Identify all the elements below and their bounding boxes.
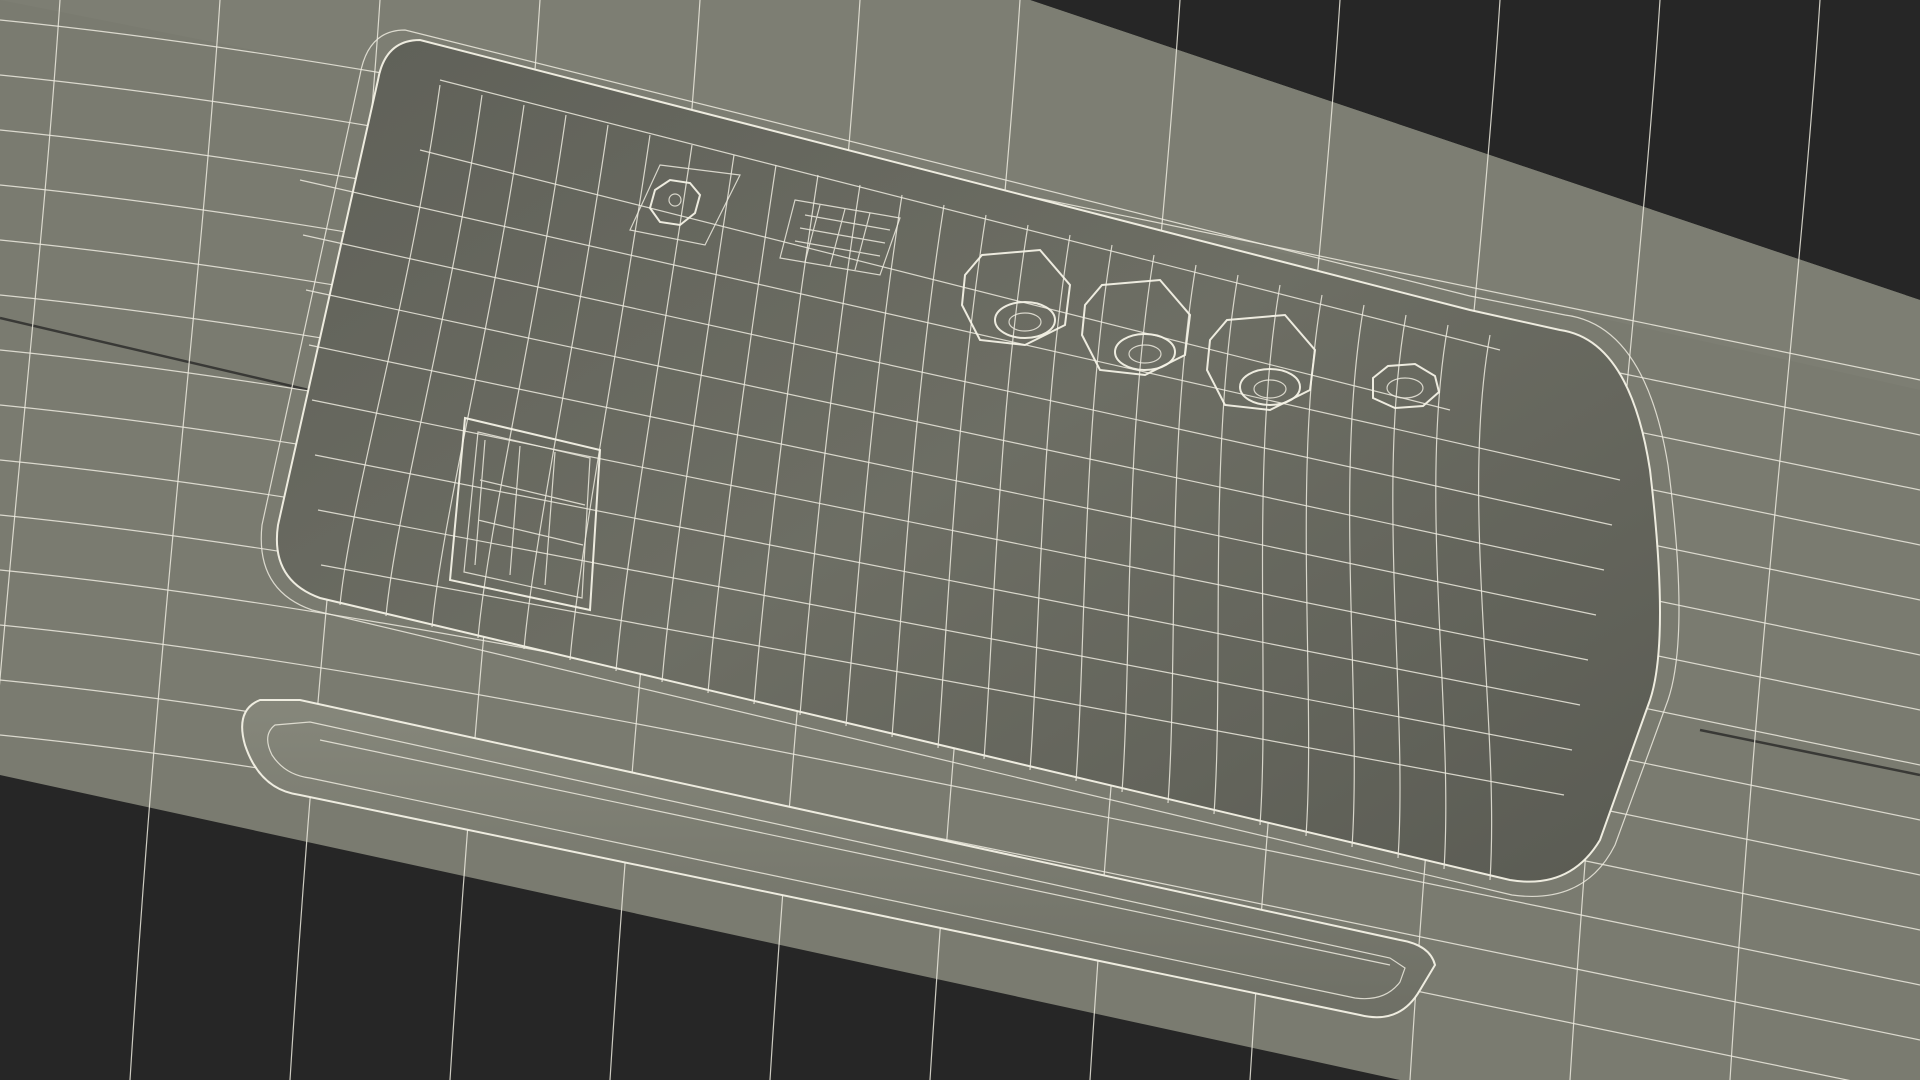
wireframe-viewport bbox=[0, 0, 1920, 1080]
